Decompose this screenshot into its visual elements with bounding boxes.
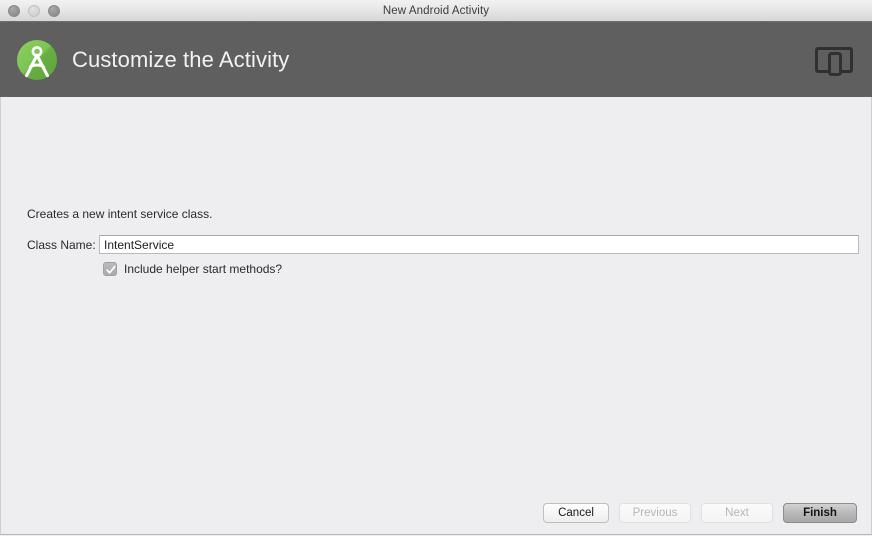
new-android-activity-window: New Android Activity Customize the Activ… — [0, 0, 872, 536]
minimize-button-icon[interactable] — [28, 5, 40, 17]
wizard-button-bar: Cancel Previous Next Finish — [543, 503, 857, 523]
helper-methods-label: Include helper start methods? — [124, 262, 283, 276]
window-titlebar: New Android Activity — [0, 0, 872, 22]
window-controls — [8, 0, 60, 22]
helper-methods-checkbox[interactable] — [103, 262, 117, 276]
helper-methods-row[interactable]: Include helper start methods? — [103, 262, 282, 276]
device-preview-icon — [814, 44, 854, 76]
zoom-button-icon[interactable] — [48, 5, 60, 17]
wizard-content: Creates a new intent service class. Clas… — [0, 97, 872, 535]
android-studio-logo-icon — [14, 37, 60, 83]
next-button: Next — [701, 503, 773, 523]
close-button-icon[interactable] — [8, 5, 20, 17]
previous-button: Previous — [619, 503, 691, 523]
class-name-label: Class Name: — [27, 237, 96, 252]
wizard-header: Customize the Activity — [0, 22, 872, 97]
window-title: New Android Activity — [382, 4, 490, 17]
cancel-button[interactable]: Cancel — [543, 503, 609, 523]
description-text: Creates a new intent service class. — [27, 207, 213, 221]
page-title: Customize the Activity — [72, 46, 290, 72]
finish-button[interactable]: Finish — [783, 503, 857, 523]
class-name-input[interactable] — [99, 235, 859, 254]
class-name-row: Class Name: — [27, 235, 859, 254]
